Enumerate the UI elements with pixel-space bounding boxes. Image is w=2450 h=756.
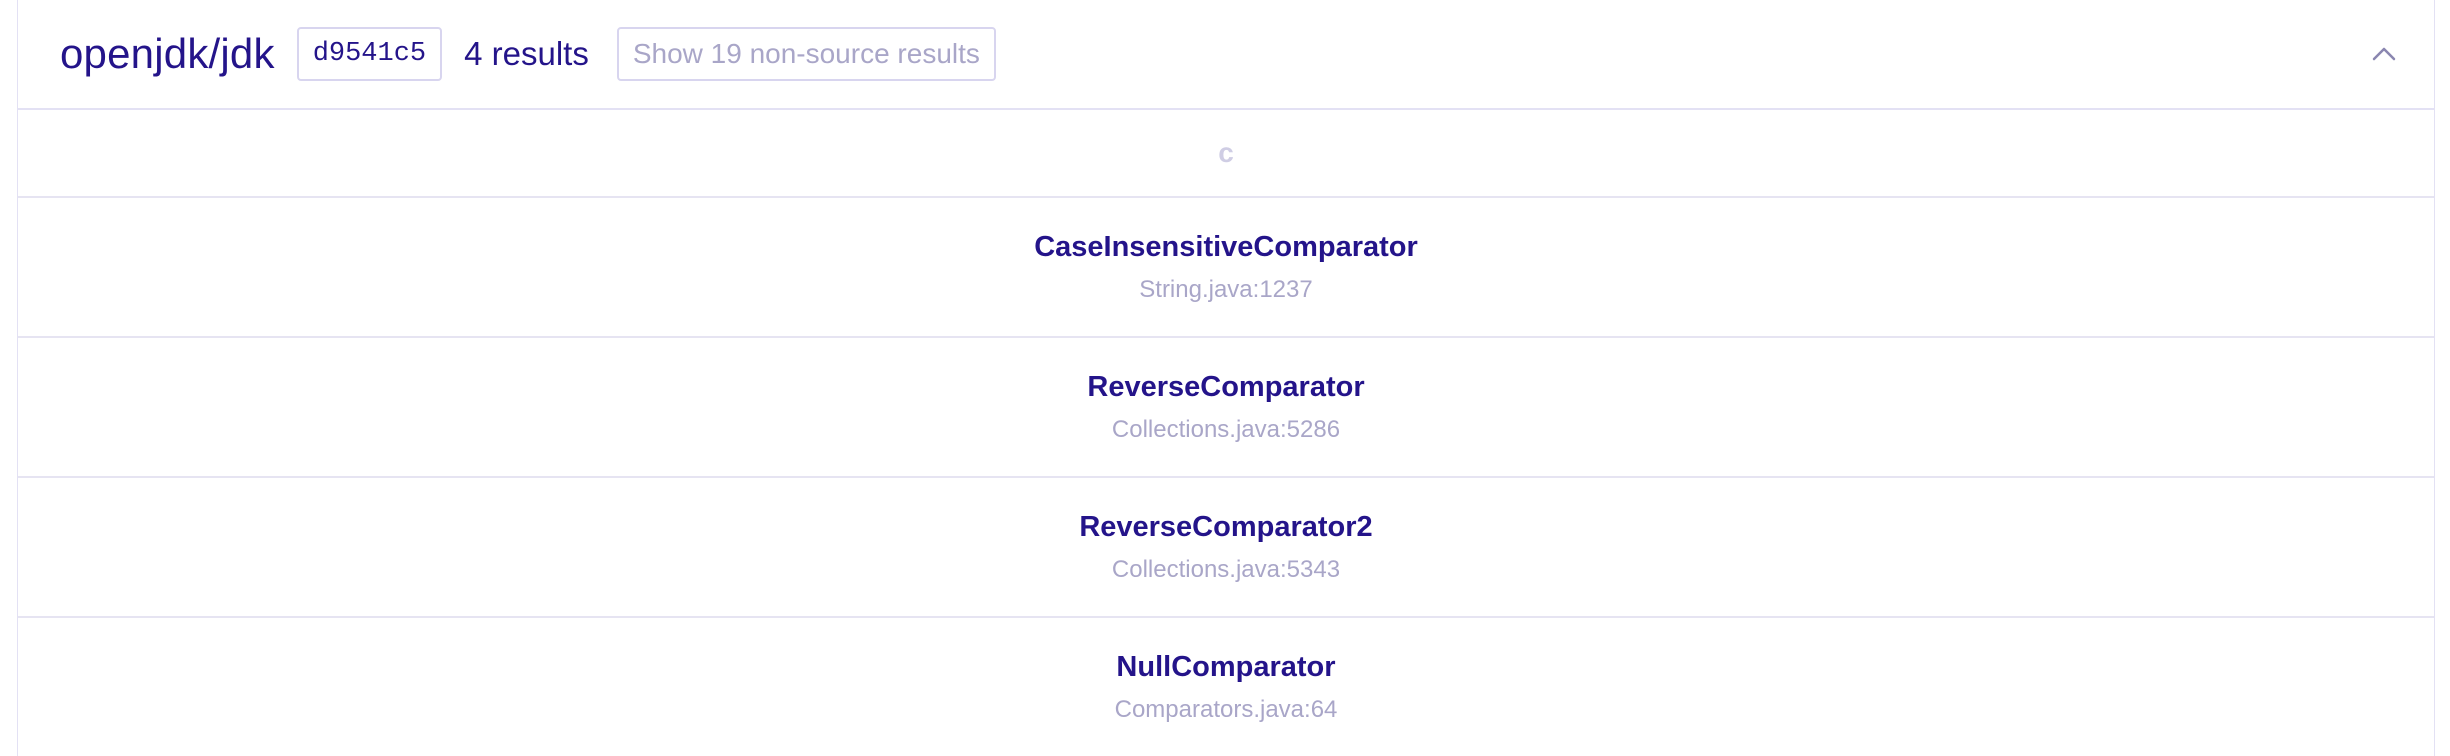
result-name: NullComparator <box>1116 651 1336 683</box>
result-location: String.java:1237 <box>1139 276 1313 303</box>
show-non-source-results-button[interactable]: Show 19 non-source results <box>616 27 996 81</box>
result-location: Collections.java:5343 <box>1111 556 1341 583</box>
result-name: CaseInsensitiveComparator <box>1034 231 1418 263</box>
commit-badge[interactable]: d9541c5 <box>296 27 443 81</box>
result-name: ReverseComparator <box>1087 371 1365 403</box>
result-item[interactable]: ReverseComparator2 Collections.java:5343 <box>18 478 2434 618</box>
result-name: ReverseComparator2 <box>1079 511 1373 543</box>
repo-name[interactable]: openjdk/jdk <box>60 30 275 78</box>
result-count: 4 results <box>464 35 589 72</box>
chevron-up-icon[interactable] <box>2370 44 2398 64</box>
result-item[interactable]: CaseInsensitiveComparator String.java:12… <box>18 198 2434 338</box>
result-item[interactable]: ReverseComparator Collections.java:5286 <box>18 338 2434 478</box>
search-results-panel: openjdk/jdk d9541c5 4 results Show 19 no… <box>17 0 2435 756</box>
result-item[interactable]: NullComparator Comparators.java:64 <box>18 618 2434 756</box>
section-letter-header: c <box>18 110 2434 198</box>
results-header: openjdk/jdk d9541c5 4 results Show 19 no… <box>18 0 2434 110</box>
result-location: Collections.java:5286 <box>1111 416 1341 443</box>
result-location: Comparators.java:64 <box>1114 696 1338 723</box>
